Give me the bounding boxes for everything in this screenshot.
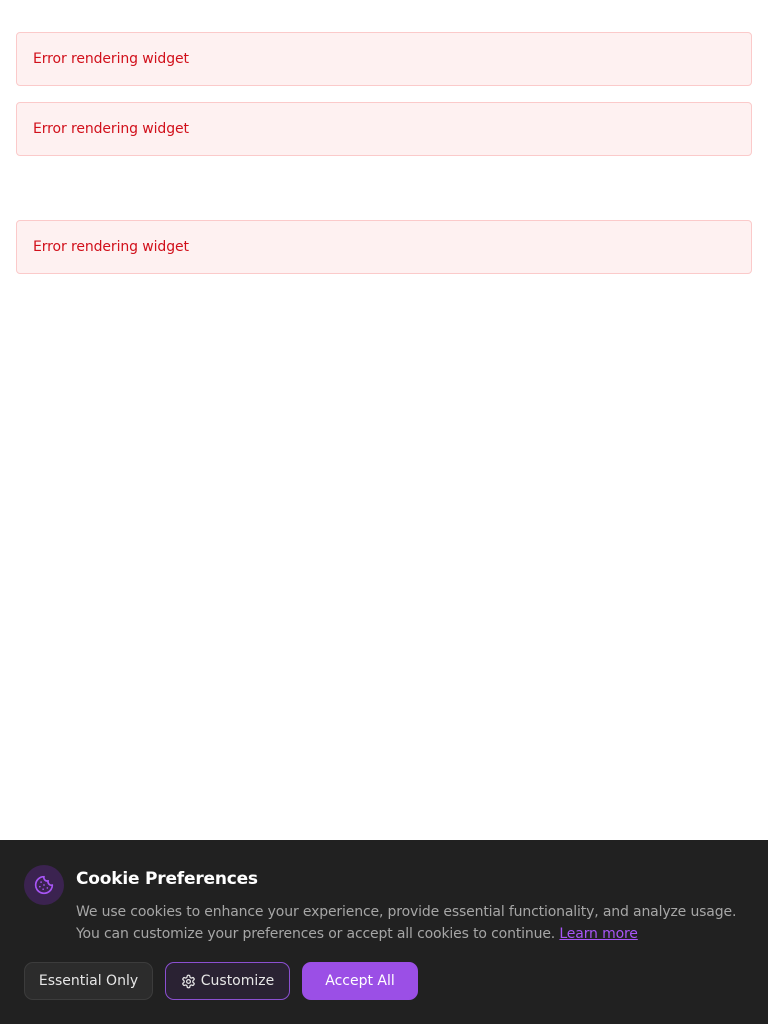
cookie-icon bbox=[24, 865, 64, 905]
page: Error rendering widget Error rendering w… bbox=[0, 0, 768, 1024]
cookie-banner-title: Cookie Preferences bbox=[76, 869, 258, 889]
cookie-banner-description: We use cookies to enhance your experienc… bbox=[76, 901, 748, 945]
widget-error-box: Error rendering widget bbox=[16, 220, 752, 274]
essential-only-button[interactable]: Essential Only bbox=[24, 962, 153, 1000]
widget-error-box: Error rendering widget bbox=[16, 32, 752, 86]
learn-more-link[interactable]: Learn more bbox=[559, 926, 638, 942]
accept-all-button[interactable]: Accept All bbox=[302, 962, 418, 1000]
customize-button[interactable]: Customize bbox=[165, 962, 290, 1000]
essential-only-label: Essential Only bbox=[38, 973, 139, 989]
gear-icon bbox=[181, 974, 196, 989]
widget-error-box: Error rendering widget bbox=[16, 102, 752, 156]
widget-error-message: Error rendering widget bbox=[33, 121, 189, 137]
widget-error-message: Error rendering widget bbox=[33, 51, 189, 67]
customize-label: Customize bbox=[200, 973, 275, 989]
widget-error-message: Error rendering widget bbox=[33, 239, 189, 255]
accept-all-label: Accept All bbox=[325, 973, 395, 989]
